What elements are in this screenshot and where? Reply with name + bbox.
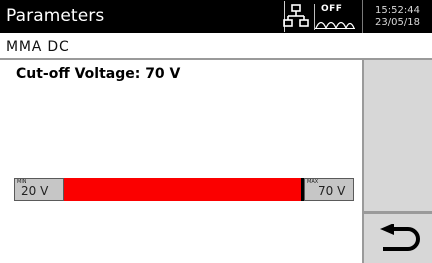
clock: 15:52:44 23/05/18 [362, 0, 432, 33]
max-value: 70 V [318, 184, 346, 198]
output-state-label: OFF [321, 4, 343, 14]
mode-bar: MMA DC [0, 35, 432, 60]
max-tag: MAX [307, 179, 319, 185]
back-button[interactable] [364, 214, 432, 263]
status-indicators: OFF [283, 1, 356, 32]
parameter-panel: Cut-off Voltage: 70 V MIN 20 V MAX 70 V [0, 60, 362, 263]
slider-fill [64, 178, 304, 201]
arc-wave-icon [315, 21, 355, 30]
value-slider[interactable] [64, 178, 304, 201]
network-icon [283, 4, 309, 27]
title-bar: Parameters OFF 15:52:44 23/05/18 [0, 0, 432, 33]
side-rail [362, 60, 432, 263]
page-title: Parameters [6, 6, 105, 26]
min-value: 20 V [21, 184, 49, 198]
process-mode-label: MMA DC [6, 39, 70, 55]
parameter-heading: Cut-off Voltage: 70 V [16, 66, 181, 82]
max-value-box: MAX 70 V [304, 178, 354, 201]
return-arrow-icon [380, 224, 420, 251]
min-value-box: MIN 20 V [14, 178, 64, 201]
clock-date: 23/05/18 [375, 17, 420, 28]
clock-time: 15:52:44 [375, 5, 420, 16]
